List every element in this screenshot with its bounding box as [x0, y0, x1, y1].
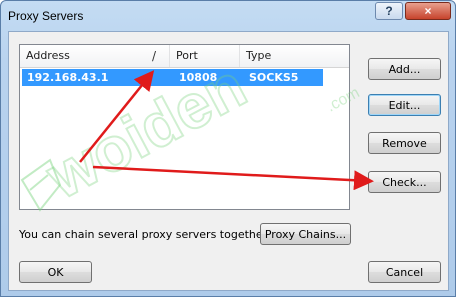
- column-label-type: Type: [246, 49, 272, 62]
- ok-button[interactable]: OK: [19, 261, 92, 283]
- check-button[interactable]: Check...: [368, 171, 441, 193]
- table-row[interactable]: 192.168.43.1 10808 SOCKS5: [22, 69, 323, 86]
- column-label-port: Port: [176, 49, 198, 62]
- remove-button[interactable]: Remove: [368, 132, 441, 154]
- cancel-button[interactable]: Cancel: [368, 261, 441, 283]
- dialog-body: Address / Port Type 192.168.43.1 10808 S…: [8, 31, 449, 291]
- column-sort-indicator: /: [152, 49, 157, 63]
- cell-port: 10808: [179, 71, 218, 84]
- column-header-address[interactable]: Address /: [20, 45, 170, 67]
- column-header-port[interactable]: Port: [170, 45, 240, 67]
- close-icon: ×: [424, 4, 432, 18]
- title-bar[interactable]: Proxy Servers ? ×: [1, 1, 455, 31]
- proxy-list[interactable]: Address / Port Type 192.168.43.1 10808 S…: [19, 44, 350, 210]
- help-icon: ?: [385, 4, 393, 18]
- list-header: Address / Port Type: [20, 45, 349, 68]
- proxy-chains-button[interactable]: Proxy Chains...: [260, 223, 351, 245]
- window-title: Proxy Servers: [8, 9, 84, 23]
- help-button[interactable]: ?: [375, 2, 403, 20]
- column-header-type[interactable]: Type: [240, 45, 320, 67]
- column-label-address: Address: [26, 49, 70, 62]
- chain-description: You can chain several proxy servers toge…: [19, 228, 271, 241]
- cell-type: SOCKS5: [249, 71, 299, 84]
- add-button[interactable]: Add...: [368, 58, 441, 80]
- cell-address: 192.168.43.1: [27, 71, 109, 84]
- close-button[interactable]: ×: [405, 2, 451, 20]
- edit-button[interactable]: Edit...: [368, 94, 441, 116]
- proxy-servers-dialog: Proxy Servers ? × Address / Port Type 19…: [0, 0, 456, 297]
